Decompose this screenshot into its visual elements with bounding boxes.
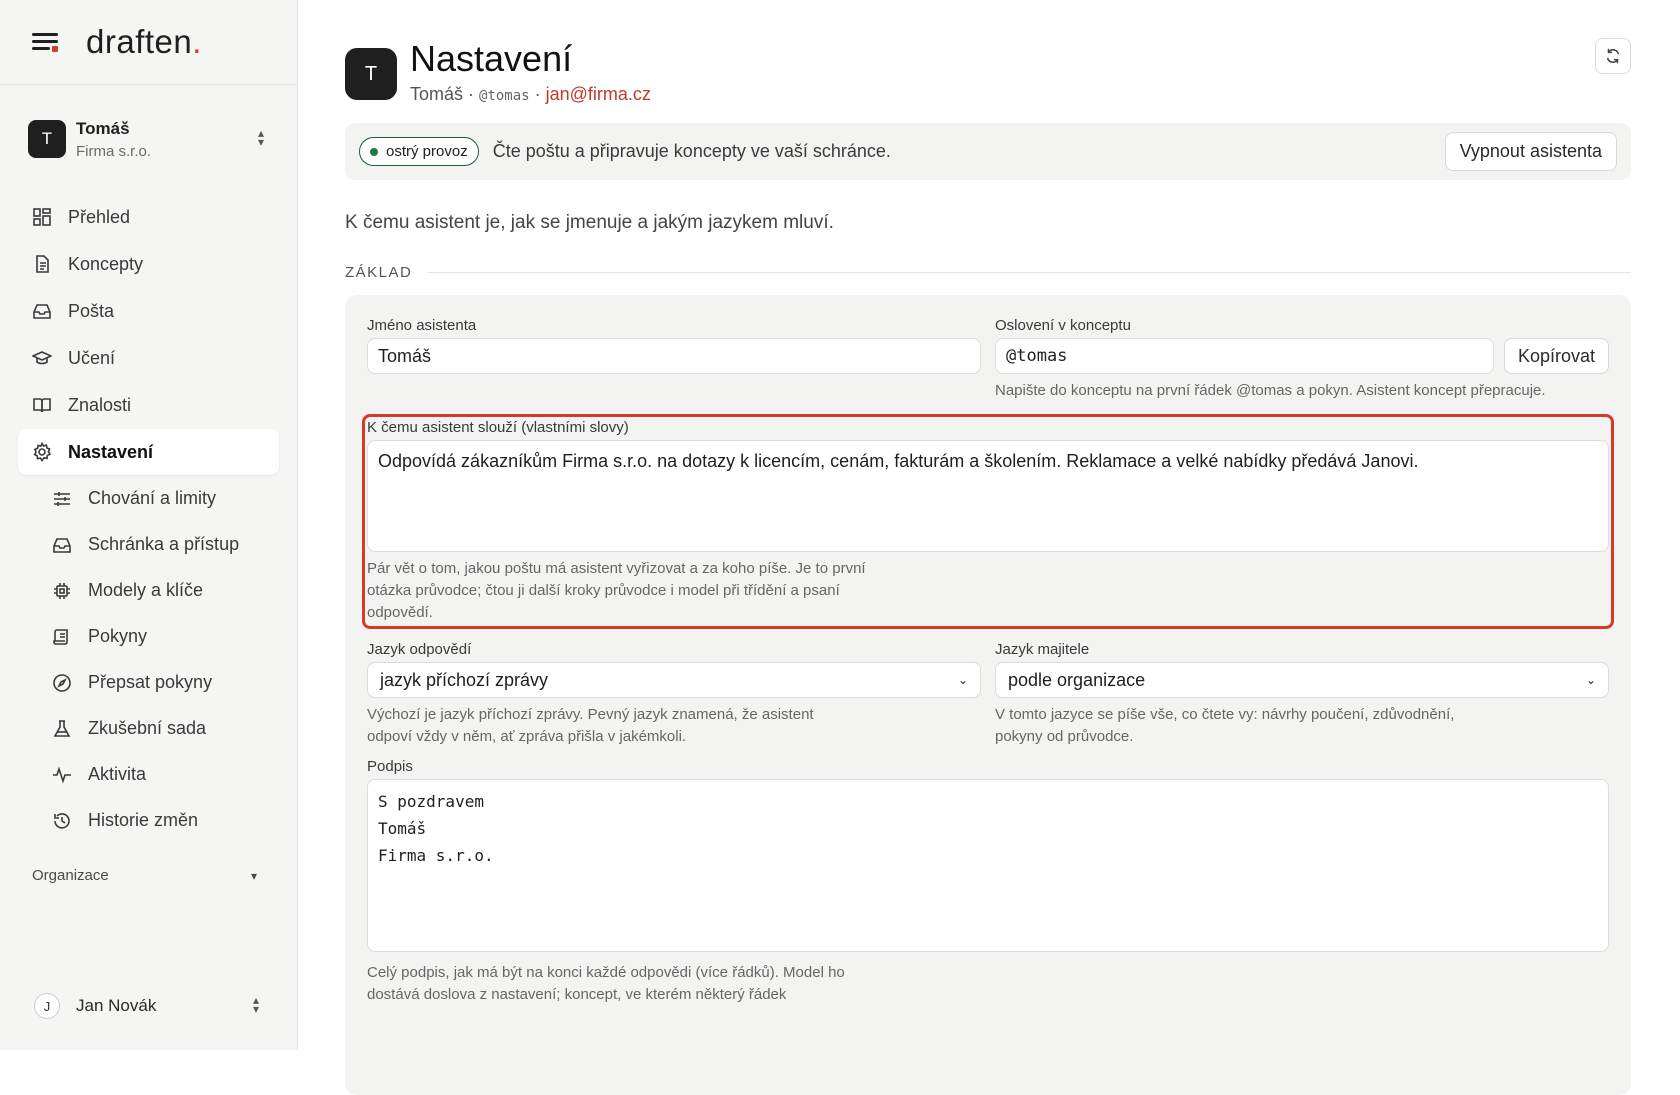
chevron-updown-icon: ▴ ▾ <box>252 993 260 1016</box>
purpose-highlight: K čemu asistent slouží (vlastními slovy)… <box>362 414 1614 629</box>
chevron-updown-icon: ▴ ▾ <box>257 126 265 149</box>
sidebar-subitem-aktivita[interactable]: Aktivita <box>38 752 279 797</box>
owner-language-select[interactable]: podle organizace ⌄ <box>995 662 1609 698</box>
account-avatar: T <box>28 120 66 158</box>
refresh-button[interactable] <box>1595 38 1631 74</box>
assistant-avatar: T <box>345 48 397 100</box>
status-bar: ostrý provoz Čte poštu a připravuje konc… <box>345 123 1631 180</box>
gear-icon <box>32 442 52 462</box>
copy-button[interactable]: Kopírovat <box>1503 338 1609 374</box>
assistant-name-input[interactable]: Tomáš <box>367 338 981 374</box>
section-intro: K čemu asistent je, jak se jmenuje a jak… <box>345 212 834 233</box>
user-menu[interactable]: J Jan Novák ▴ ▾ <box>0 976 298 1036</box>
purpose-help: Pár vět o tom, jakou poštu má asistent v… <box>367 560 866 621</box>
settings-card: Jméno asistenta Tomáš Oslovení v koncept… <box>345 295 1631 1095</box>
organization-toggle[interactable]: Organizace ▾ <box>32 867 257 884</box>
page-title: Nastavení <box>410 38 573 79</box>
owner-language-help: V tomto jazyce se píše vše, co čtete vy:… <box>995 706 1455 745</box>
address-label: Oslovení v konceptu <box>995 317 1131 334</box>
status-dot <box>370 147 378 156</box>
sidebar-header: draften. <box>0 0 297 85</box>
sidebar-subitem-historie[interactable]: Historie změn <box>38 798 279 843</box>
assistant-name-label: Jméno asistenta <box>367 317 477 334</box>
graduation-cap-icon <box>32 348 52 368</box>
disable-assistant-button[interactable]: Vypnout asistenta <box>1444 132 1617 171</box>
main-content: T Nastavení Tomáš · @tomas · jan@firma.c… <box>298 0 1680 1095</box>
sidebar-item-nastaveni[interactable]: Nastavení <box>18 429 279 475</box>
signature-textarea[interactable]: S pozdravem Tomáš Firma s.r.o. <box>367 779 1609 952</box>
purpose-label: K čemu asistent slouží (vlastními slovy) <box>367 419 629 436</box>
document-icon <box>32 254 52 274</box>
chevron-down-icon: ⌄ <box>957 673 968 687</box>
status-badge: ostrý provoz <box>359 137 479 166</box>
reply-language-select[interactable]: jazyk příchozí zprávy ⌄ <box>367 662 981 698</box>
sidebar: draften. T Tomáš Firma s.r.o. ▴ ▾ Přehled… <box>0 0 298 1050</box>
sidebar-subitem-schranka[interactable]: Schránka a přístup <box>38 522 279 567</box>
compass-icon <box>52 673 72 693</box>
status-text: Čte poštu a připravuje koncepty ve vaší … <box>492 141 891 161</box>
user-avatar: J <box>34 993 60 1019</box>
account-org: Firma s.r.o. <box>76 142 152 160</box>
divider <box>428 272 1631 273</box>
sidebar-item-prehled[interactable]: Přehled <box>18 194 279 240</box>
section-heading: ZÁKLAD <box>345 264 1631 281</box>
sliders-icon <box>52 489 72 509</box>
sidebar-subitem-pokyny[interactable]: Pokyny <box>38 614 279 659</box>
signature-help: Celý podpis, jak má být na konci každé o… <box>367 964 845 1003</box>
assistant-identity: Tomáš · @tomas · jan@firma.cz <box>410 84 651 104</box>
chip-icon <box>52 581 72 601</box>
sidebar-subitem-prepsat[interactable]: Přepsat pokyny <box>38 660 279 705</box>
account-switcher[interactable]: T Tomáš Firma s.r.o. ▴ ▾ <box>0 85 297 193</box>
reply-language-label: Jazyk odpovědí <box>367 641 472 658</box>
menu-icon[interactable] <box>32 30 62 54</box>
assistant-email[interactable]: jan@firma.cz <box>546 84 651 104</box>
history-icon <box>52 811 72 831</box>
sidebar-subitem-zkusebni[interactable]: Zkušební sada <box>38 706 279 751</box>
refresh-icon <box>1606 48 1620 64</box>
owner-language-label: Jazyk majitele <box>995 641 1090 658</box>
address-help: Napište do konceptu na první řádek @toma… <box>995 382 1546 399</box>
signature-label: Podpis <box>367 758 413 775</box>
dashboard-icon <box>32 207 52 227</box>
chevron-down-icon: ⌄ <box>1585 673 1596 687</box>
user-name: Jan Novák <box>76 996 157 1015</box>
logo[interactable]: draften. <box>86 23 202 61</box>
sidebar-subitem-modely[interactable]: Modely a klíče <box>38 568 279 613</box>
inbox-icon <box>32 301 52 321</box>
sidebar-item-posta[interactable]: Pošta <box>18 288 279 334</box>
book-icon <box>32 395 52 415</box>
reply-language-help: Výchozí je jazyk příchozí zprávy. Pevný … <box>367 706 814 745</box>
sidebar-item-znalosti[interactable]: Znalosti <box>18 382 279 428</box>
scroll-icon <box>52 627 72 647</box>
activity-icon <box>52 765 72 785</box>
sidebar-item-koncepty[interactable]: Koncepty <box>18 241 279 287</box>
address-input[interactable]: @tomas <box>995 338 1494 374</box>
purpose-textarea[interactable]: Odpovídá zákazníkům Firma s.r.o. na dota… <box>367 440 1609 552</box>
flask-icon <box>52 719 72 739</box>
chevron-down-icon: ▾ <box>250 868 257 883</box>
main-nav: Přehled Koncepty Pošta Učení Znalosti Na… <box>0 194 297 843</box>
inbox-icon <box>52 535 72 555</box>
sidebar-item-uceni[interactable]: Učení <box>18 335 279 381</box>
page-header: T Nastavení Tomáš · @tomas · jan@firma.c… <box>345 0 1631 115</box>
sidebar-subitem-chovani[interactable]: Chování a limity <box>38 476 279 521</box>
account-name: Tomáš <box>76 118 130 138</box>
